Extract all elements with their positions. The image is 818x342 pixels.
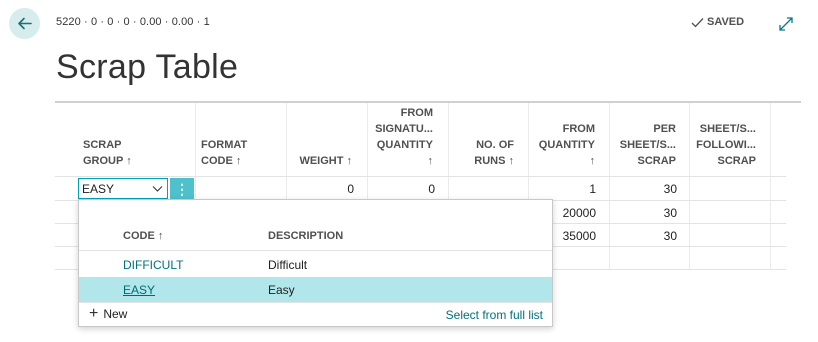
table-cell-per-sheet-scrap[interactable]: 30 — [609, 229, 677, 243]
header-line: PER — [653, 123, 676, 135]
column-header-sheet-following-scrap[interactable]: SHEET/S... FOLLOWI... SCRAP — [689, 121, 756, 169]
table-cell-per-sheet-scrap[interactable]: 30 — [609, 182, 677, 196]
dropdown-header-code[interactable]: CODE ↑ — [123, 230, 163, 242]
expand-button[interactable] — [778, 16, 794, 32]
column-header-per-sheet-scrap[interactable]: PER SHEET/S... SCRAP — [609, 121, 676, 169]
dropdown-item-description: Easy — [268, 282, 295, 297]
header-line: SCRAP — [637, 155, 676, 167]
dropdown-footer: + New Select from full list — [79, 303, 552, 327]
dropdown-item-code[interactable]: DIFFICULT — [123, 258, 183, 272]
table-cell-from-signature-quantity[interactable]: 0 — [367, 182, 435, 196]
header-line: FROM — [562, 123, 595, 135]
expand-icon — [779, 17, 793, 31]
table-cell-from-quantity[interactable]: 1 — [528, 182, 596, 196]
column-header-weight[interactable]: WEIGHT ↑ — [286, 153, 352, 169]
new-button[interactable]: + New — [89, 305, 128, 322]
column-header-format-code[interactable]: FORMAT CODE ↑ — [201, 137, 247, 169]
record-key: 5220 · 0 · 0 · 0 · 0.00 · 0.00 · 1 — [56, 16, 210, 28]
header-line: SIGNATU... — [375, 123, 433, 135]
table-cell-per-sheet-scrap[interactable]: 30 — [609, 206, 677, 220]
row-divider — [55, 176, 786, 177]
saved-status: SAVED — [691, 16, 744, 28]
plus-icon: + — [89, 305, 99, 322]
scrap-group-input[interactable]: EASY — [78, 178, 168, 199]
table-cell-weight[interactable]: 0 — [286, 182, 354, 196]
checkmark-icon — [691, 17, 704, 27]
page-title: Scrap Table — [56, 48, 239, 86]
back-button[interactable] — [9, 8, 40, 39]
header-line: SHEET/S... — [699, 123, 756, 135]
saved-label: SAVED — [707, 16, 745, 28]
dropdown-item-easy[interactable]: EASY Easy — [79, 277, 552, 302]
header-line: FOLLOWI... — [696, 139, 756, 151]
column-header-no-of-runs[interactable]: NO. OF RUNS ↑ — [448, 137, 514, 169]
column-header-from-signature-quantity[interactable]: FROM SIGNATU... QUANTITY ↑ — [367, 105, 433, 169]
header-line: ↑ — [427, 155, 434, 167]
header-line: NO. OF — [476, 139, 514, 151]
header-line: GROUP ↑ — [83, 155, 132, 167]
select-from-full-list-link[interactable]: Select from full list — [446, 308, 543, 322]
dropdown-item-code[interactable]: EASY — [123, 283, 155, 297]
header-line: FORMAT — [201, 139, 248, 151]
dropdown-item-description: Difficult — [268, 257, 308, 272]
row-actions-button[interactable]: ⋮ — [170, 178, 194, 199]
header-line: RUNS ↑ — [474, 155, 514, 167]
header-line: WEIGHT ↑ — [299, 155, 352, 167]
back-arrow-icon — [18, 17, 32, 30]
scrap-group-value: EASY — [82, 181, 115, 196]
lookup-dropdown: CODE ↑ DESCRIPTION DIFFICULT Difficult E… — [78, 199, 553, 327]
new-label: New — [103, 307, 128, 321]
chevron-down-icon[interactable] — [152, 183, 163, 194]
header-line: SCRAP — [717, 155, 756, 167]
column-header-from-quantity[interactable]: FROM QUANTITY ↑ — [528, 121, 595, 169]
header-line: SCRAP — [83, 139, 122, 151]
header-line: FROM — [400, 107, 433, 119]
more-options-icon: ⋮ — [175, 180, 189, 197]
column-header-scrap-group[interactable]: SCRAP GROUP ↑ — [83, 137, 132, 169]
dropdown-divider — [79, 250, 552, 251]
dropdown-header-description[interactable]: DESCRIPTION — [268, 230, 343, 242]
header-line: QUANTITY — [376, 139, 433, 151]
header-line: QUANTITY — [538, 139, 595, 151]
header-line: CODE ↑ — [201, 155, 242, 167]
column-separator — [770, 103, 771, 269]
header-line: ↑ — [589, 155, 596, 167]
dropdown-item-difficult[interactable]: DIFFICULT Difficult — [79, 252, 552, 277]
header-line: SHEET/S... — [619, 139, 676, 151]
